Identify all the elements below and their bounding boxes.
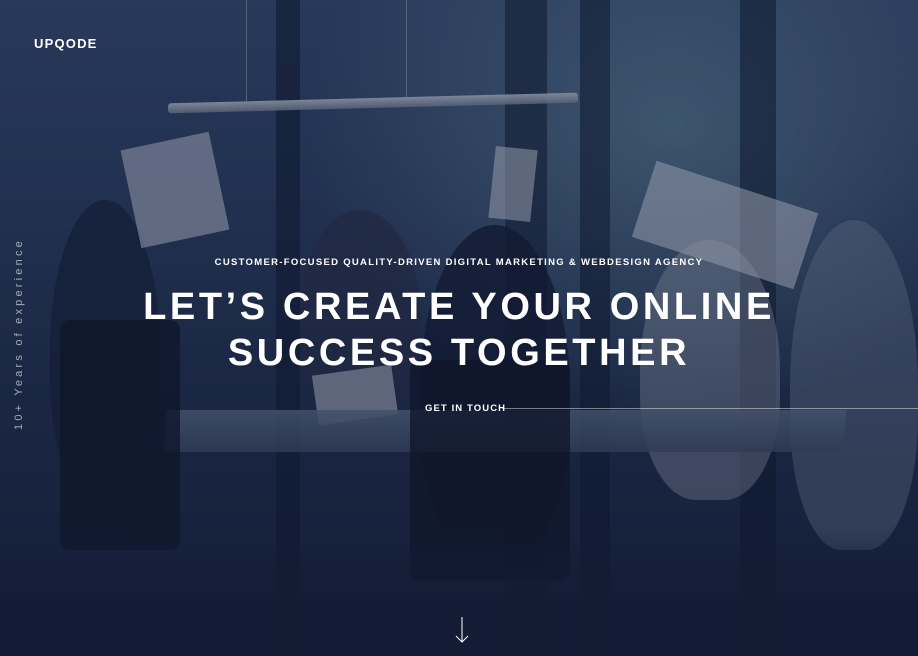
cta-divider-line	[502, 408, 918, 409]
arrow-down-icon[interactable]	[452, 616, 472, 646]
site-logo[interactable]: UPQODE	[34, 36, 98, 51]
headline-line-2: SUCCESS TOGETHER	[227, 332, 691, 374]
hero-tagline: CUSTOMER-FOCUSED QUALITY-DRIVEN DIGITAL …	[214, 257, 704, 268]
hero-headline: LET’S CREATE YOUR ONLINE SUCCESS TOGETHE…	[0, 284, 918, 376]
get-in-touch-button[interactable]: GET IN TOUCH	[419, 401, 512, 416]
headline-line-1: LET’S CREATE YOUR ONLINE	[143, 286, 775, 328]
